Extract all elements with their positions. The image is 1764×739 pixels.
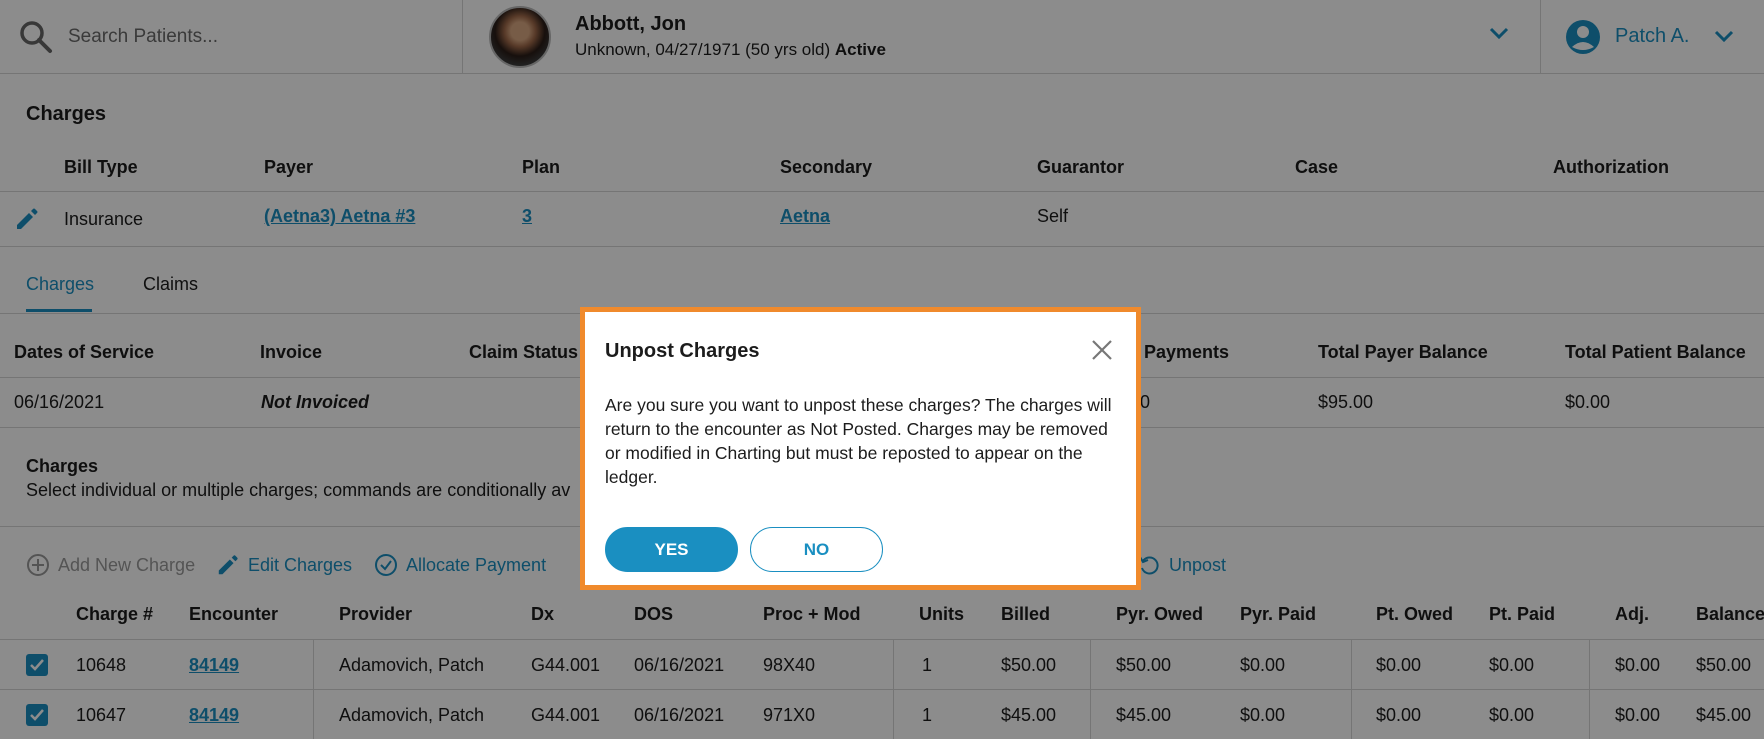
dialog-title: Unpost Charges [605,340,760,362]
unpost-charges-dialog: Unpost Charges Are you sure you want to … [580,307,1141,590]
yes-button[interactable]: YES [605,527,738,572]
dialog-message: Are you sure you want to unpost these ch… [605,395,1112,487]
no-button[interactable]: NO [750,527,883,572]
close-icon[interactable] [1090,338,1114,362]
